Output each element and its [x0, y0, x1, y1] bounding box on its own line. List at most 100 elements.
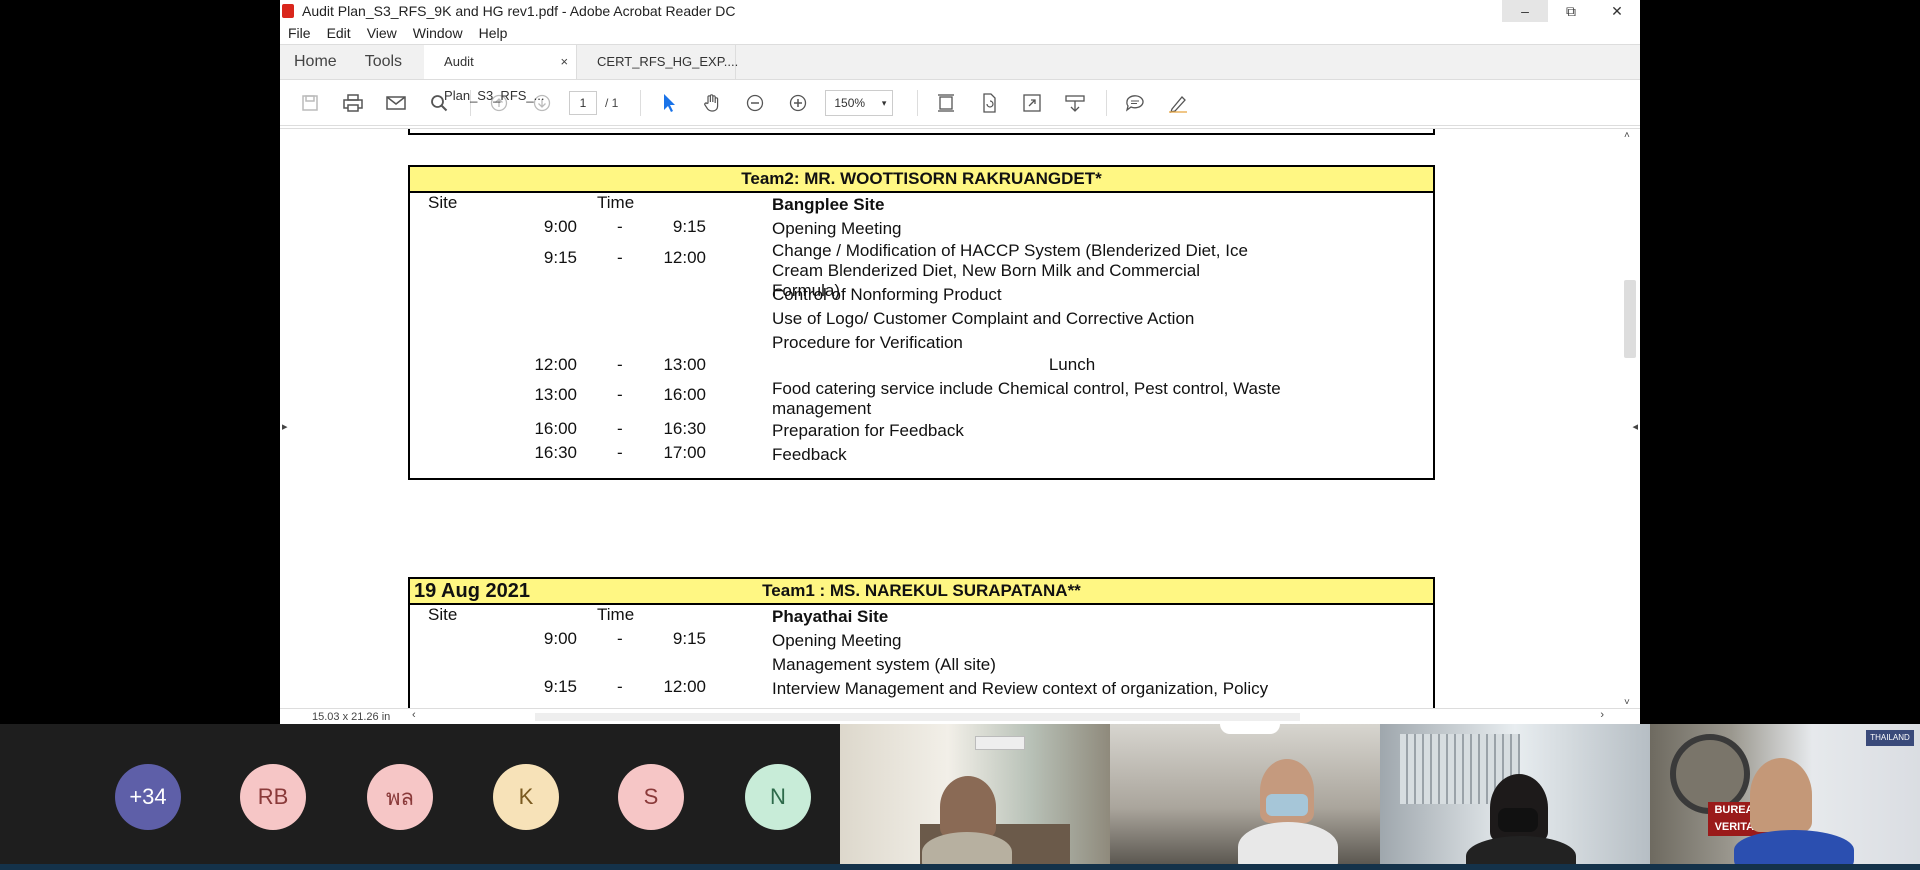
avatar-initials: +34	[129, 784, 167, 809]
start-time: 9:15	[543, 677, 577, 696]
tab-document-audit-plan[interactable]: Audit Plan_S3_RFS_... ×	[424, 45, 577, 103]
participant-avatar-s[interactable]: S	[618, 764, 684, 830]
menu-view[interactable]: View	[367, 25, 397, 41]
window-title: Audit Plan_S3_RFS_9K and HG rev1.pdf - A…	[302, 3, 736, 19]
close-button[interactable]: ✕	[1594, 0, 1640, 22]
time-dash: -	[617, 443, 623, 462]
scroll-down-icon[interactable]: ˅	[1624, 697, 1630, 708]
rotate-icon[interactable]	[973, 87, 1005, 119]
horizontal-scrollbar-thumb[interactable]	[535, 713, 1300, 721]
participant-video-2[interactable]	[1110, 724, 1380, 864]
participant-avatar-more[interactable]: +34	[115, 764, 181, 830]
activity: Interview Management and Review context …	[772, 679, 1269, 698]
tab-label: Audit Plan_S3_RFS_...	[444, 54, 545, 103]
start-time: 9:15	[543, 248, 577, 267]
end-time: 9:15	[672, 217, 706, 236]
participant-avatar-k[interactable]: K	[493, 764, 559, 830]
select-pointer-icon[interactable]	[653, 87, 685, 119]
acrobat-window: Audit Plan_S3_RFS_9K and HG rev1.pdf - A…	[280, 0, 1640, 724]
scroll-mode-icon[interactable]	[1059, 87, 1091, 119]
tab-document-cert[interactable]: CERT_RFS_HG_EXP....	[576, 45, 739, 79]
tab-bar: Home Tools Audit Plan_S3_RFS_... × CERT_…	[280, 44, 1640, 103]
document-viewport[interactable]: Team2: MR. WOOTTISORN RAKRUANGDET* Site …	[280, 128, 1640, 708]
close-tab-icon[interactable]: ×	[560, 45, 568, 79]
print-icon[interactable]	[337, 87, 369, 119]
scrollbar-thumb[interactable]	[1624, 280, 1636, 358]
activity: Management system (All site)	[772, 655, 996, 674]
time-dash: -	[617, 355, 623, 374]
full-screen-icon[interactable]	[1016, 87, 1048, 119]
team2-header: Team2: MR. WOOTTISORN RAKRUANGDET*	[410, 167, 1433, 193]
team2-schedule-table: Team2: MR. WOOTTISORN RAKRUANGDET* Site …	[408, 165, 1435, 480]
menu-bar: File Edit View Window Help	[280, 22, 1640, 44]
menu-file[interactable]: File	[288, 25, 311, 41]
team1-schedule-table: 19 Aug 2021 Team1 : MS. NAREKUL SURAPATA…	[408, 577, 1435, 708]
minimize-button[interactable]: –	[1502, 0, 1548, 22]
page-number-input[interactable]: 1	[569, 90, 597, 115]
end-time: 16:30	[663, 419, 706, 438]
zoom-out-icon[interactable]	[739, 87, 771, 119]
pdf-icon	[282, 4, 294, 18]
menu-window[interactable]: Window	[413, 25, 463, 41]
page-total: / 1	[605, 95, 619, 110]
avatar-initials: N	[770, 784, 786, 809]
activity: Preparation for Feedback	[772, 421, 964, 440]
tab-tools[interactable]: Tools	[351, 45, 416, 79]
title-bar: Audit Plan_S3_RFS_9K and HG rev1.pdf - A…	[280, 0, 1640, 22]
time-dash: -	[617, 217, 623, 236]
participant-avatar-n[interactable]: N	[745, 764, 811, 830]
site-column-label: Site	[428, 605, 458, 624]
start-time: 16:00	[534, 419, 577, 438]
scroll-up-icon[interactable]: ˄	[1624, 130, 1630, 141]
time-dash: -	[617, 385, 623, 404]
fit-page-icon[interactable]	[930, 87, 962, 119]
vertical-scrollbar[interactable]: ˄ ˅	[1622, 130, 1636, 708]
end-time: 16:00	[663, 385, 706, 404]
time-dash: -	[617, 248, 623, 267]
time-column-label: Time	[597, 605, 635, 624]
site-name: Phayathai Site	[772, 607, 889, 626]
activity: Opening Meeting	[772, 219, 902, 238]
avatar-initials: RB	[257, 784, 289, 809]
participant-video-3[interactable]	[1380, 724, 1650, 864]
email-icon[interactable]	[380, 87, 412, 119]
activity: Feedback	[772, 445, 847, 464]
save-icon[interactable]	[294, 87, 326, 119]
restore-button[interactable]: ⧉	[1548, 0, 1594, 22]
zoom-in-icon[interactable]	[782, 87, 814, 119]
end-time: 12:00	[663, 248, 706, 267]
comment-icon[interactable]	[1119, 87, 1151, 119]
zoom-value: 150%	[834, 95, 866, 110]
end-time: 13:00	[663, 355, 706, 374]
participant-avatar-pl[interactable]: พล	[367, 764, 433, 830]
menu-edit[interactable]: Edit	[327, 25, 351, 41]
avatar-initials: S	[643, 784, 659, 809]
time-dash: -	[617, 419, 623, 438]
country-badge: THAILAND	[1866, 730, 1914, 746]
lunch-label: Lunch	[1048, 355, 1096, 374]
scroll-left-icon[interactable]: ‹	[412, 709, 416, 721]
team2-header-text: Team2: MR. WOOTTISORN RAKRUANGDET*	[741, 169, 1102, 188]
team1-header-text: Team1 : MS. NAREKUL SURAPATANA**	[762, 581, 1081, 600]
team1-header: 19 Aug 2021 Team1 : MS. NAREKUL SURAPATA…	[410, 579, 1433, 605]
scroll-right-icon[interactable]: ›	[1600, 709, 1604, 721]
zoom-level-select[interactable]: 150% ▾	[825, 89, 894, 116]
start-time: 9:00	[543, 217, 577, 236]
activity: Control of Nonforming Product	[772, 285, 1002, 304]
tab-home[interactable]: Home	[280, 45, 351, 79]
participant-avatar-rb[interactable]: RB	[240, 764, 306, 830]
menu-help[interactable]: Help	[479, 25, 508, 41]
sign-pen-icon[interactable]	[1162, 87, 1194, 119]
time-dash: -	[617, 677, 623, 696]
participant-video-4[interactable]: BUREAU VERITAS THAILAND	[1650, 724, 1920, 864]
participant-video-1[interactable]	[840, 724, 1110, 864]
expand-left-panel-icon[interactable]: ▸	[282, 420, 288, 433]
site-name: Bangplee Site	[772, 195, 885, 214]
status-bar: 15.03 x 21.26 in ‹ ›	[280, 708, 1640, 724]
site-column-label: Site	[428, 193, 458, 212]
tab-label: CERT_RFS_HG_EXP....	[597, 54, 739, 69]
start-time: 16:30	[534, 443, 577, 462]
hand-tool-icon[interactable]	[696, 87, 728, 119]
meeting-participant-strip: +34 RB พล K S N BUREAU VERITAS THAILAND	[0, 724, 1920, 870]
activity: Procedure for Verification	[772, 333, 963, 352]
